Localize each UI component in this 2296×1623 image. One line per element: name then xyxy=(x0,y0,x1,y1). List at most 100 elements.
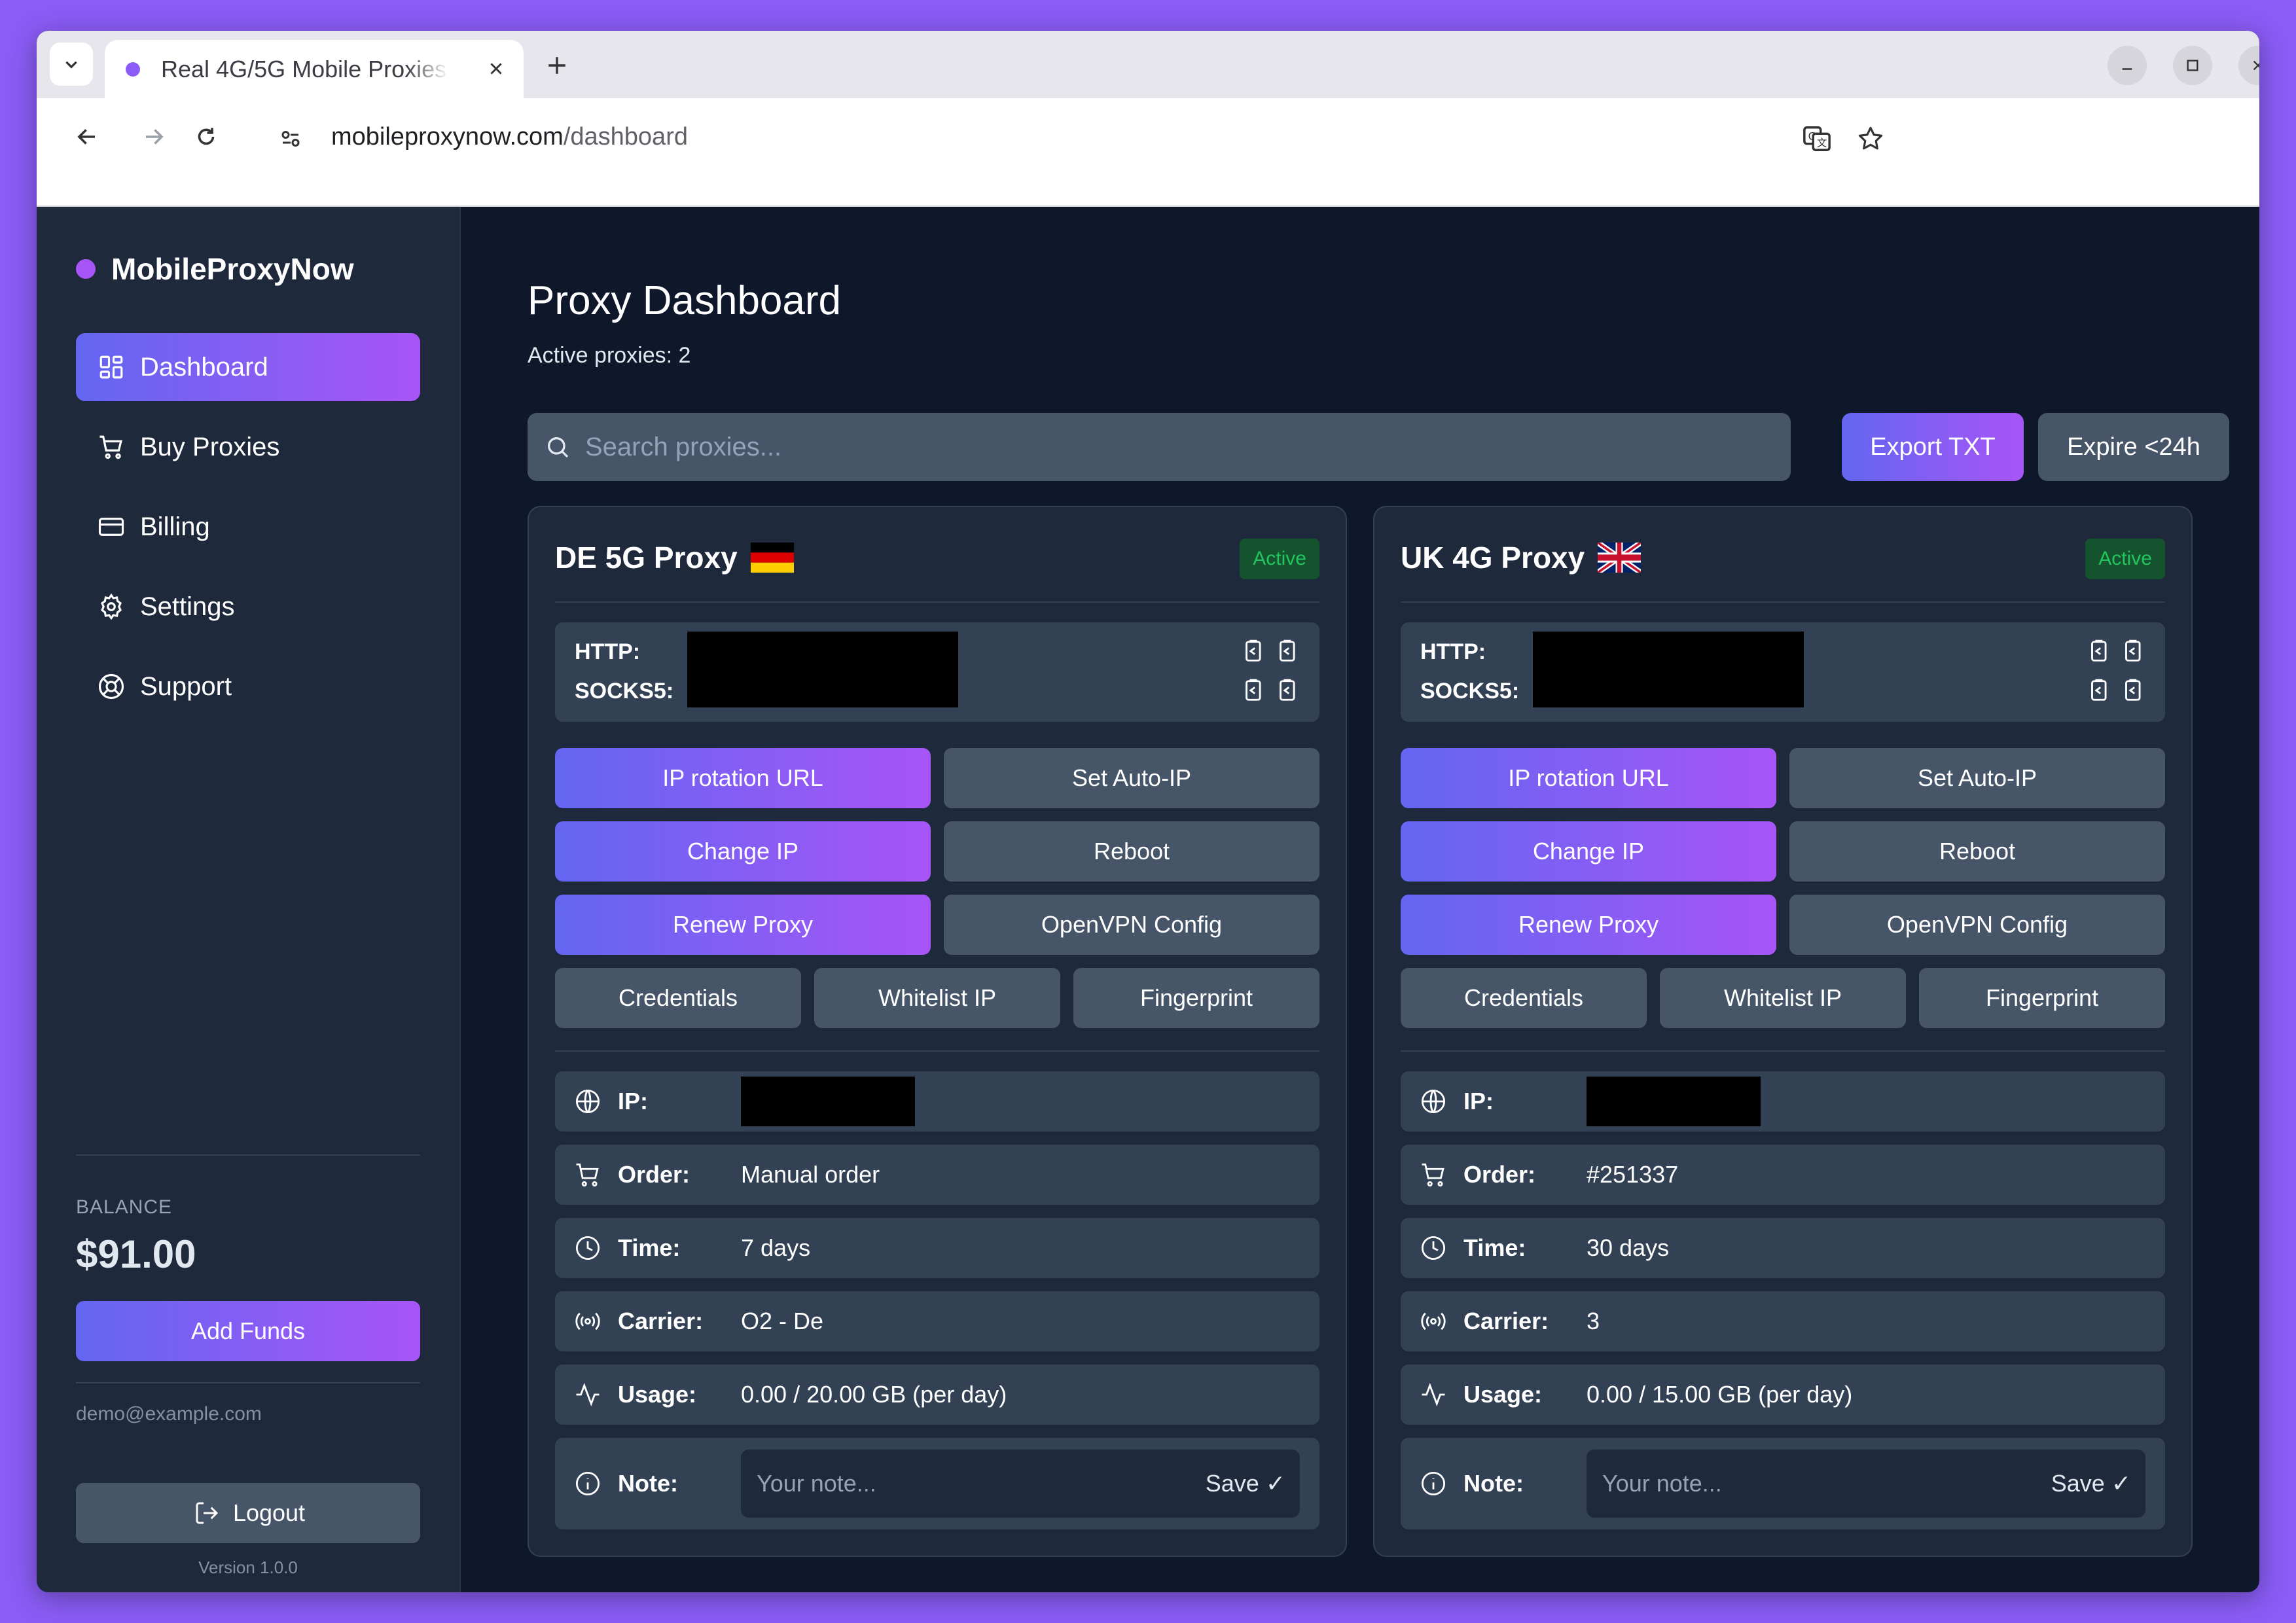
change-ip-button[interactable]: Change IP xyxy=(555,821,931,882)
activity-icon xyxy=(573,1380,602,1409)
info-icon xyxy=(573,1469,602,1498)
note-field[interactable]: Save ✓ xyxy=(741,1450,1300,1518)
tab-search-button[interactable] xyxy=(50,43,93,86)
openvpn-config-button[interactable]: OpenVPN Config xyxy=(1789,895,2165,955)
copy-icon[interactable] xyxy=(2084,637,2113,666)
ip-rotation-url-button[interactable]: IP rotation URL xyxy=(555,748,931,808)
bookmark-star-icon[interactable] xyxy=(1851,119,1890,158)
export-txt-button[interactable]: Export TXT xyxy=(1842,413,2024,481)
sidebar-divider xyxy=(76,1382,420,1383)
copy-icon[interactable] xyxy=(1272,676,1301,705)
note-input[interactable] xyxy=(757,1470,1162,1497)
active-proxies-count: Active proxies: 2 xyxy=(528,343,691,368)
change-ip-button[interactable]: Change IP xyxy=(1401,821,1776,882)
usage-label: Usage: xyxy=(1463,1381,1543,1408)
close-window-button[interactable] xyxy=(2238,46,2259,85)
maximize-button[interactable] xyxy=(2173,46,2212,85)
info-row-note: Note: Save ✓ xyxy=(555,1438,1319,1529)
usage-value: 0.00 / 15.00 GB (per day) xyxy=(1587,1381,1853,1408)
balance-label: BALANCE xyxy=(76,1196,173,1218)
credentials-box: HTTP: SOCKS5: xyxy=(1401,622,2165,722)
credentials-button[interactable]: Credentials xyxy=(1401,968,1647,1028)
info-row-order: Order: Manual order xyxy=(555,1145,1319,1205)
browser-window: Real 4G/5G Mobile Proxies mobileproxynow… xyxy=(37,31,2259,1592)
sidebar-divider xyxy=(76,1154,420,1156)
redacted-ip xyxy=(741,1077,915,1126)
balance-value: $91.00 xyxy=(76,1232,196,1276)
copy-icon[interactable] xyxy=(2118,637,2147,666)
renew-proxy-button[interactable]: Renew Proxy xyxy=(1401,895,1776,955)
info-row-carrier: Carrier: 3 xyxy=(1401,1291,2165,1351)
close-icon xyxy=(490,63,502,75)
expire-filter-button[interactable]: Expire <24h xyxy=(2038,413,2229,481)
credentials-button[interactable]: Credentials xyxy=(555,968,801,1028)
brand[interactable]: MobileProxyNow xyxy=(76,251,354,287)
note-input[interactable] xyxy=(1602,1470,2008,1497)
whitelist-ip-button[interactable]: Whitelist IP xyxy=(814,968,1060,1028)
note-save-button[interactable]: Save ✓ xyxy=(1206,1470,1285,1497)
de-flag-icon xyxy=(750,543,794,573)
info-row-usage: Usage: 0.00 / 15.00 GB (per day) xyxy=(1401,1364,2165,1425)
openvpn-config-button[interactable]: OpenVPN Config xyxy=(944,895,1319,955)
status-badge: Active xyxy=(2085,539,2165,579)
fingerprint-button[interactable]: Fingerprint xyxy=(1919,968,2165,1028)
http-label: HTTP: xyxy=(1420,639,1486,664)
browser-tab[interactable]: Real 4G/5G Mobile Proxies xyxy=(105,40,524,98)
sidebar-item-label: Settings xyxy=(140,592,235,621)
translate-icon[interactable]: G文 xyxy=(1797,119,1837,158)
ip-label: IP: xyxy=(1463,1088,1494,1115)
uk-flag-icon xyxy=(1598,543,1641,573)
sidebar-item-settings[interactable]: Settings xyxy=(76,573,420,641)
address-bar[interactable]: mobileproxynow.com/dashboard G文 xyxy=(233,103,1909,169)
sidebar-item-dashboard[interactable]: Dashboard xyxy=(76,333,420,401)
redacted-ip xyxy=(1587,1077,1761,1126)
time-value: 30 days xyxy=(1587,1234,1670,1261)
copy-icon[interactable] xyxy=(2084,676,2113,705)
whitelist-ip-button[interactable]: Whitelist IP xyxy=(1660,968,1906,1028)
copy-icon[interactable] xyxy=(1238,676,1267,705)
new-tab-button[interactable] xyxy=(539,48,575,83)
gear-icon xyxy=(96,591,127,622)
order-value: Manual order xyxy=(741,1161,880,1188)
http-label: HTTP: xyxy=(575,639,641,664)
order-label: Order: xyxy=(1463,1161,1536,1188)
copy-icon[interactable] xyxy=(2118,676,2147,705)
search-input[interactable] xyxy=(585,432,1763,462)
page-title: Proxy Dashboard xyxy=(528,278,842,323)
svg-text:文: 文 xyxy=(1817,137,1827,149)
arrow-left-icon xyxy=(77,129,95,145)
browser-toolbar: mobileproxynow.com/dashboard G文 xyxy=(37,98,2259,207)
tab-close-button[interactable] xyxy=(482,54,511,83)
back-button[interactable] xyxy=(65,115,109,158)
fingerprint-button[interactable]: Fingerprint xyxy=(1073,968,1319,1028)
site-info-icon[interactable] xyxy=(272,120,309,157)
search-bar[interactable] xyxy=(528,413,1791,481)
sidebar-item-buy-proxies[interactable]: Buy Proxies xyxy=(76,413,420,481)
close-icon xyxy=(2253,60,2259,71)
sidebar-item-label: Support xyxy=(140,671,232,701)
sidebar-item-label: Billing xyxy=(140,512,210,541)
carrier-value: O2 - De xyxy=(741,1308,824,1334)
reboot-button[interactable]: Reboot xyxy=(944,821,1319,882)
note-field[interactable]: Save ✓ xyxy=(1587,1450,2145,1518)
maximize-icon xyxy=(2187,60,2198,71)
card-title-text: UK 4G Proxy xyxy=(1401,541,1585,575)
copy-icon[interactable] xyxy=(1238,637,1267,666)
info-row-note: Note: Save ✓ xyxy=(1401,1438,2165,1529)
reload-button[interactable] xyxy=(185,115,228,158)
minimize-button[interactable] xyxy=(2108,46,2147,85)
set-auto-ip-button[interactable]: Set Auto-IP xyxy=(944,748,1319,808)
set-auto-ip-button[interactable]: Set Auto-IP xyxy=(1789,748,2165,808)
ip-rotation-url-button[interactable]: IP rotation URL xyxy=(1401,748,1776,808)
add-funds-button[interactable]: Add Funds xyxy=(76,1301,420,1361)
sidebar-item-billing[interactable]: Billing xyxy=(76,493,420,561)
socks5-label: SOCKS5: xyxy=(575,679,674,704)
note-save-button[interactable]: Save ✓ xyxy=(2051,1470,2131,1497)
app-root: MobileProxyNow Dashboard Buy Proxies Bil… xyxy=(37,207,2259,1592)
copy-icon[interactable] xyxy=(1272,637,1301,666)
sidebar-item-support[interactable]: Support xyxy=(76,652,420,721)
renew-proxy-button[interactable]: Renew Proxy xyxy=(555,895,931,955)
logout-button[interactable]: Logout xyxy=(76,1483,420,1543)
forward-button[interactable] xyxy=(132,115,175,158)
reboot-button[interactable]: Reboot xyxy=(1789,821,2165,882)
